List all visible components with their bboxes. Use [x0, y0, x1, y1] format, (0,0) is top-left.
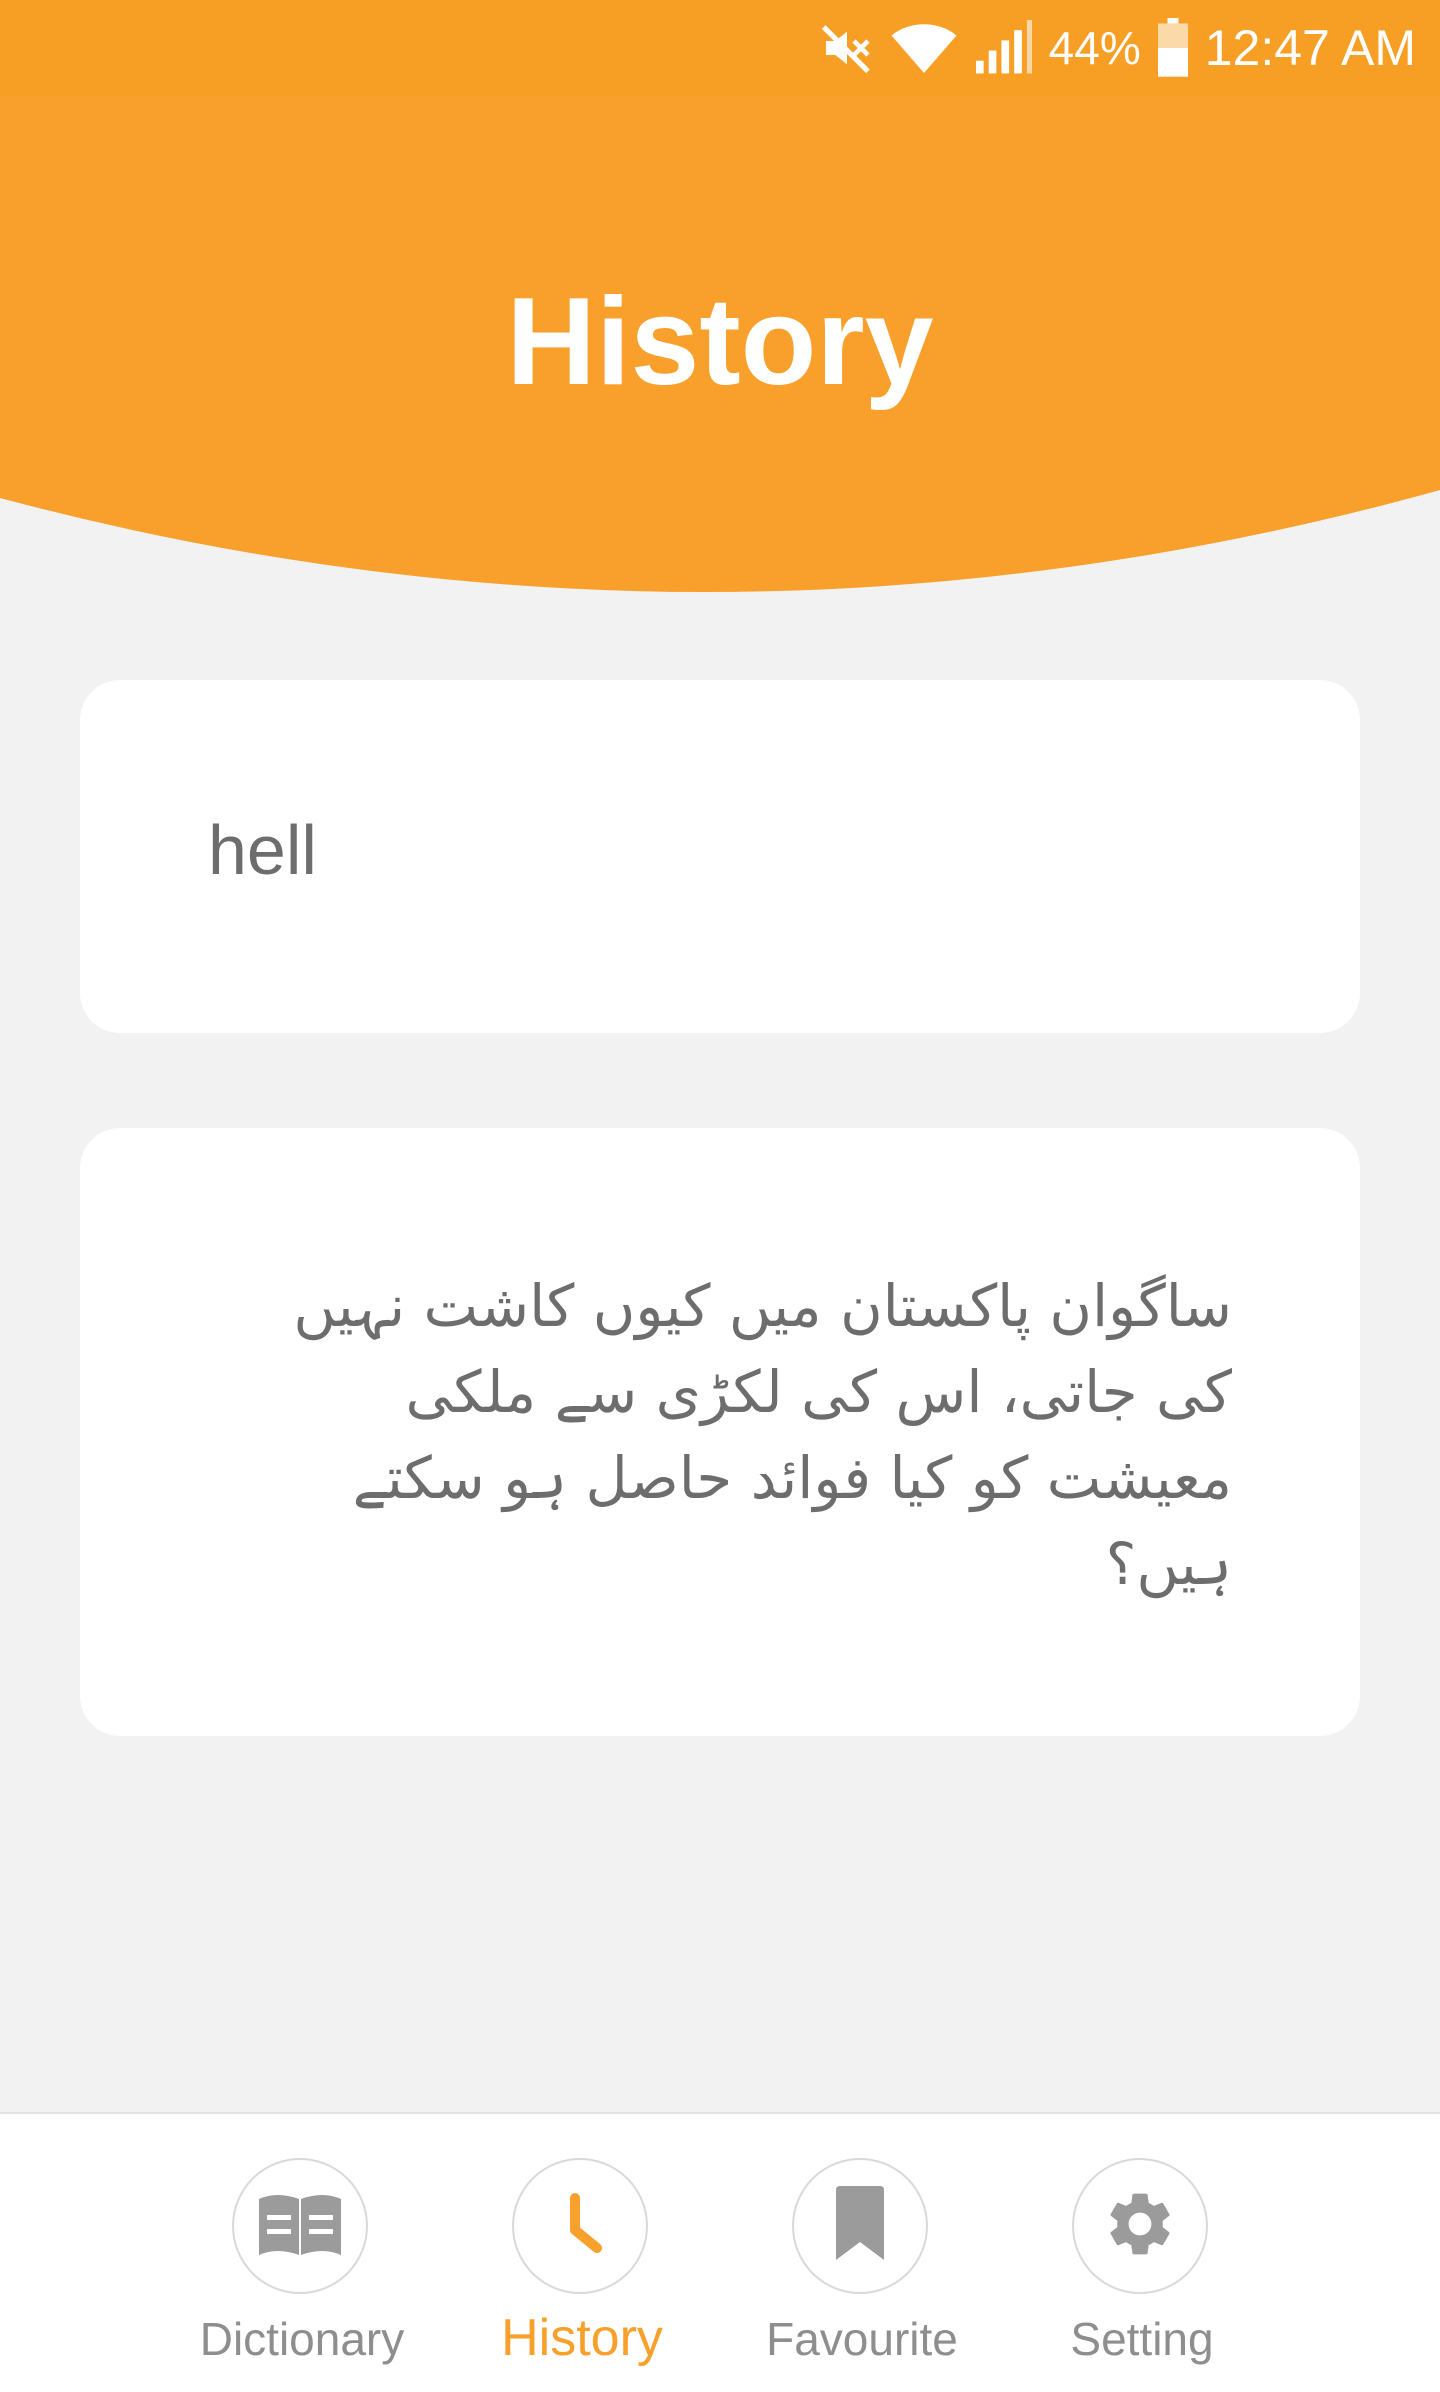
history-item[interactable]: hell	[80, 680, 1360, 1033]
nav-icon-circle	[232, 2158, 368, 2294]
clock-time: 12:47 AM	[1204, 20, 1416, 76]
signal-icon	[973, 20, 1035, 76]
bookmark-icon	[830, 2185, 890, 2267]
nav-item-dictionary[interactable]: Dictionary	[162, 2148, 442, 2378]
clock-icon	[545, 2184, 615, 2269]
nav-label-dictionary: Dictionary	[199, 2313, 405, 2365]
bottom-navigation: Dictionary History Favourite Setting	[0, 2112, 1440, 2392]
history-item-text: hell	[208, 811, 317, 889]
page-title: History	[506, 273, 934, 411]
nav-item-setting[interactable]: Setting	[1002, 2148, 1282, 2378]
status-bar: 44% 12:47 AM	[0, 0, 1440, 96]
book-icon	[255, 2189, 345, 2264]
battery-percentage: 44%	[1048, 22, 1141, 74]
nav-item-favourite[interactable]: Favourite	[722, 2148, 1002, 2378]
history-item[interactable]: ساگوان پاکستان میں کیوں کاشت نہیں کی جات…	[80, 1128, 1360, 1736]
nav-label-history: History	[501, 2309, 663, 2367]
gear-icon	[1102, 2186, 1178, 2267]
wifi-icon	[889, 20, 959, 76]
nav-item-history[interactable]: History	[442, 2148, 722, 2378]
history-item-text: ساگوان پاکستان میں کیوں کاشت نہیں کی جات…	[293, 1272, 1232, 1598]
nav-icon-circle	[512, 2158, 648, 2294]
nav-label-setting: Setting	[1070, 2313, 1214, 2365]
mute-icon	[819, 20, 875, 76]
battery-icon	[1155, 18, 1191, 78]
nav-label-favourite: Favourite	[766, 2313, 958, 2365]
nav-icon-circle	[1072, 2158, 1208, 2294]
nav-icon-circle	[792, 2158, 928, 2294]
